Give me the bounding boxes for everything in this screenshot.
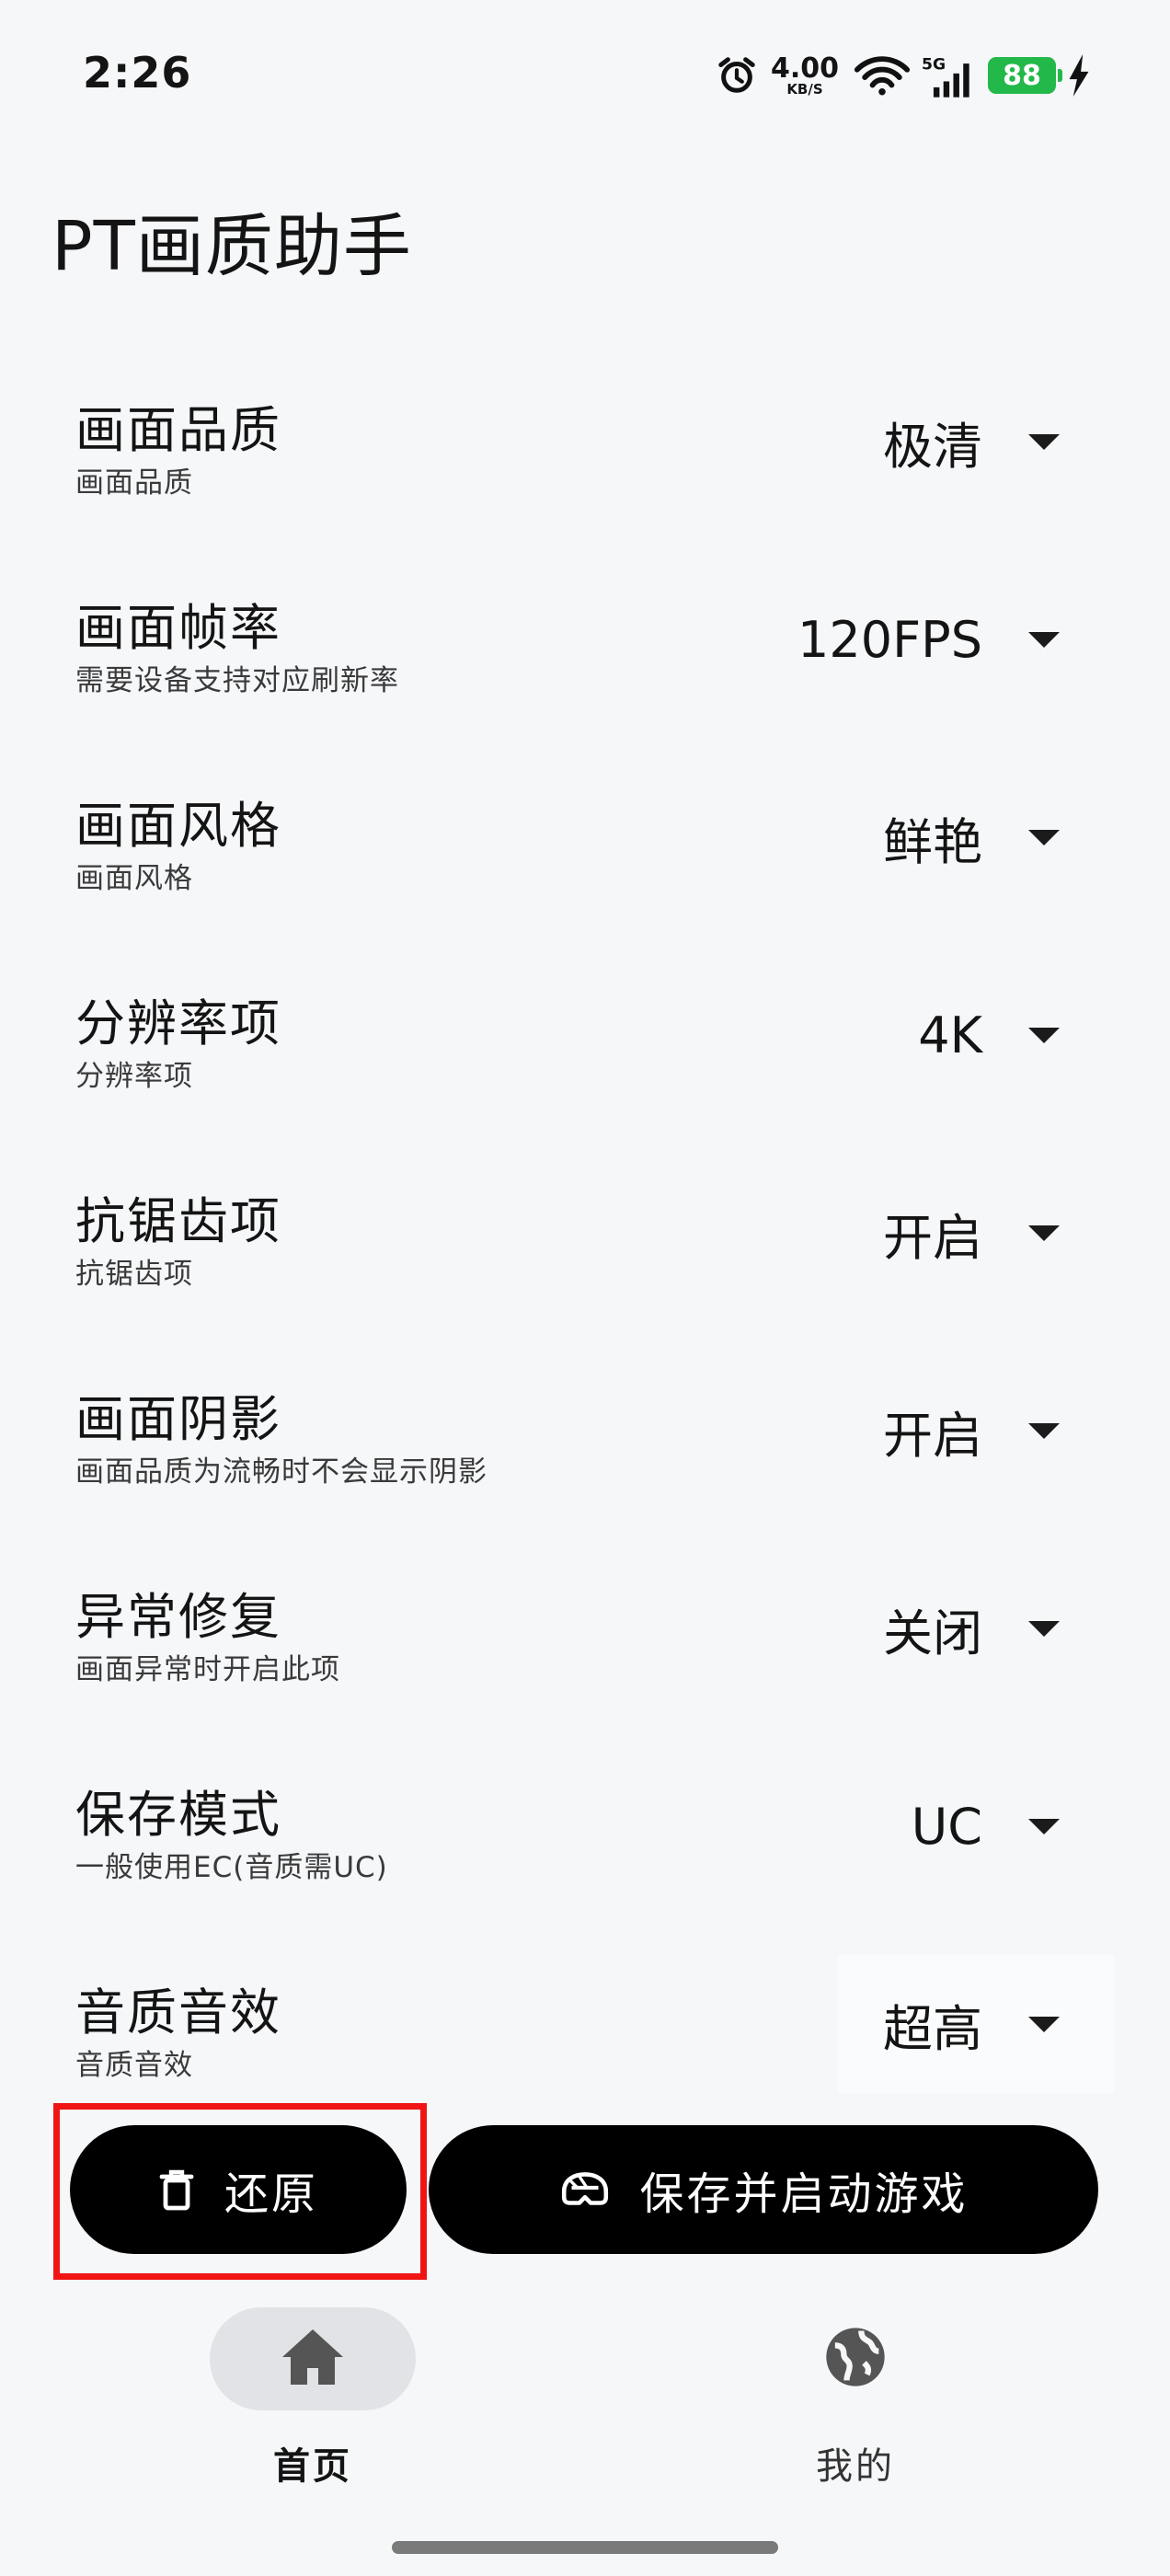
setting-title: 画面阴影 [75,1390,281,1448]
dropdown-arrow-icon [1028,829,1060,845]
bottom-nav: 首页 我的 [0,2291,1170,2512]
charging-icon [1065,54,1093,97]
antialias-dropdown[interactable]: 开启 [883,1164,1060,1302]
setting-subtitle: 画面品质 [75,466,193,500]
restore-label: 还原 [224,2168,318,2220]
setting-subtitle: 需要设备支持对应刷新率 [75,664,399,697]
net-speed-unit: KB/S [786,80,823,98]
dropdown-arrow-icon [1028,2016,1060,2032]
home-indicator[interactable] [392,2541,778,2554]
setting-framerate: 画面帧率 需要设备支持对应刷新率 120FPS [0,570,1170,768]
quality-dropdown[interactable]: 极清 [883,373,1060,511]
setting-value: 关闭 [883,1604,982,1662]
dropdown-arrow-icon [1028,1422,1060,1439]
dropdown-arrow-icon [1028,1027,1060,1043]
trash-icon [158,2168,195,2212]
setting-title: 抗锯齿项 [75,1192,281,1250]
nav-item-home[interactable]: 首页 [175,2291,451,2493]
setting-style: 画面风格 画面风格 鲜艳 [0,768,1170,966]
battery-icon: 88 [988,57,1062,94]
nav-label-home: 首页 [273,2445,352,2488]
vr-headset-icon [558,2168,612,2212]
setting-resolution: 分辨率项 分辨率项 4K [0,966,1170,1164]
net-speed-value: 4.00 [770,52,839,85]
setting-shadow: 画面阴影 画面品质为流畅时不会显示阴影 开启 [0,1362,1170,1559]
wifi-icon [852,54,912,97]
signal-5g-icon: 5G [922,53,973,98]
setting-value: 开启 [883,1406,982,1465]
dropdown-arrow-icon [1028,631,1060,648]
setting-title: 异常修复 [75,1588,281,1646]
setting-value: UC [911,1797,982,1856]
setting-title: 分辨率项 [75,995,281,1052]
setting-subtitle: 画面风格 [75,862,193,895]
setting-audio: 音质音效 音质音效 超高 [0,1955,1170,2153]
setting-value: 超高 [883,1999,982,2058]
setting-subtitle: 音质音效 [75,2049,193,2082]
setting-fix: 异常修复 画面异常时开启此项 关闭 [0,1559,1170,1757]
setting-value: 极清 [883,417,982,476]
status-icons: 4.00 KB/S 5G 88 [716,48,1093,103]
framerate-dropdown[interactable]: 120FPS [797,570,1060,708]
restore-button[interactable]: 还原 [70,2125,407,2254]
setting-title: 保存模式 [75,1786,281,1844]
status-bar: 2:26 4.00 KB/S 5G 88 [0,0,1170,147]
dropdown-arrow-icon [1028,1620,1060,1637]
settings-list: 画面品质 画面品质 极清 画面帧率 需要设备支持对应刷新率 120FPS 画面风… [0,373,1170,2153]
shadow-dropdown[interactable]: 开启 [883,1362,1060,1500]
setting-subtitle: 画面异常时开启此项 [75,1653,340,1686]
setting-subtitle: 抗锯齿项 [75,1258,193,1291]
nav-label-mine: 我的 [816,2445,895,2488]
setting-value: 鲜艳 [883,812,982,871]
nav-mine-pill [752,2307,958,2410]
setting-save-mode: 保存模式 一般使用EC(音质需UC) UC [0,1757,1170,1955]
net-speed: 4.00 KB/S [770,52,839,98]
setting-subtitle: 分辨率项 [75,1060,193,1093]
globe-icon [820,2322,890,2396]
page-title: PT画质助手 [52,207,412,286]
dropdown-arrow-icon [1028,433,1060,450]
save-and-launch-label: 保存并启动游戏 [639,2168,969,2220]
status-time: 2:26 [83,48,192,98]
nav-home-pill [210,2307,416,2410]
dropdown-arrow-icon [1028,1225,1060,1241]
setting-antialias: 抗锯齿项 抗锯齿项 开启 [0,1164,1170,1362]
setting-title: 画面品质 [75,401,281,459]
setting-title: 画面风格 [75,797,281,855]
svg-text:5G: 5G [922,56,946,75]
fix-dropdown[interactable]: 关闭 [883,1559,1060,1697]
setting-subtitle: 一般使用EC(音质需UC) [75,1851,388,1884]
home-icon [280,2327,346,2391]
alarm-icon [716,54,758,97]
setting-quality: 画面品质 画面品质 极清 [0,373,1170,570]
setting-subtitle: 画面品质为流畅时不会显示阴影 [75,1455,488,1489]
style-dropdown[interactable]: 鲜艳 [883,768,1060,906]
nav-item-mine[interactable]: 我的 [717,2291,993,2493]
setting-title: 音质音效 [75,1984,281,2041]
audio-dropdown[interactable]: 超高 [837,1955,1115,2093]
resolution-dropdown[interactable]: 4K [918,966,1060,1104]
setting-value: 120FPS [797,610,982,669]
save-and-launch-button[interactable]: 保存并启动游戏 [429,2125,1098,2254]
setting-value: 4K [918,1006,982,1064]
setting-value: 开启 [883,1208,982,1267]
save-mode-dropdown[interactable]: UC [912,1757,1060,1895]
setting-title: 画面帧率 [75,599,281,657]
dropdown-arrow-icon [1028,1818,1060,1834]
